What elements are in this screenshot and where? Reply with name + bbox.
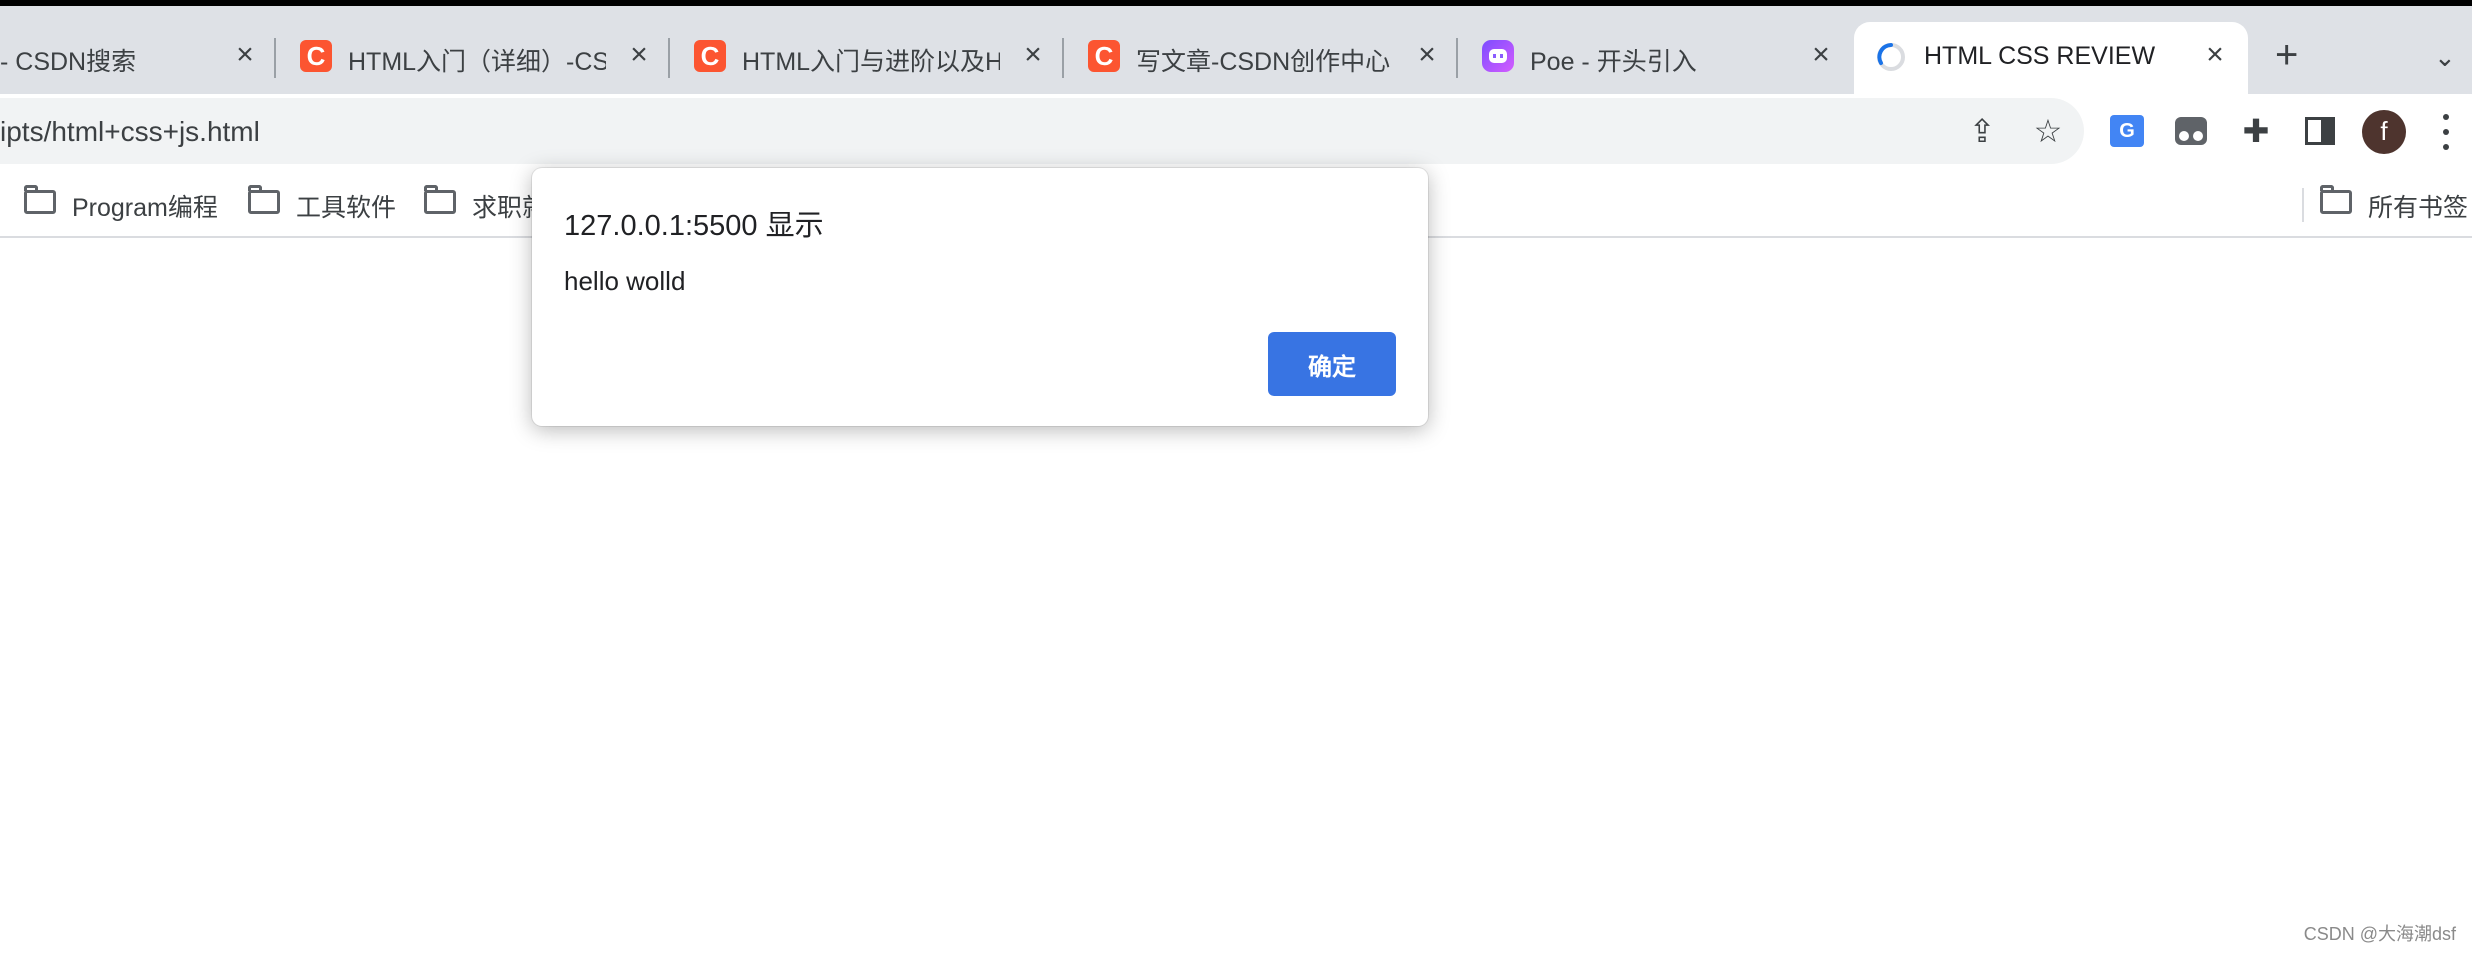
close-icon[interactable]: × bbox=[2198, 38, 2232, 72]
dialog-title: 127.0.0.1:5500 显示 bbox=[564, 210, 824, 242]
url-text[interactable]: ipts/html+css+js.html bbox=[0, 116, 260, 148]
puzzle-extensions-icon[interactable]: ✚ bbox=[2238, 113, 2274, 149]
csdn-icon: C bbox=[1088, 40, 1120, 72]
tab-title: 写文章-CSDN创作中心 bbox=[1136, 48, 1391, 76]
csdn-icon: C bbox=[694, 40, 726, 72]
close-icon[interactable]: × bbox=[1804, 38, 1838, 72]
csdn-icon: C bbox=[300, 40, 332, 72]
folder-icon bbox=[248, 185, 280, 214]
bookmarks-separator bbox=[2302, 188, 2304, 222]
folder-icon bbox=[24, 185, 56, 214]
bookmark-label: 所有书签 bbox=[2368, 194, 2469, 222]
tab-html-intro[interactable]: C HTML入门（详细）-CSDN × bbox=[276, 22, 670, 94]
close-icon[interactable]: × bbox=[1016, 38, 1050, 72]
tab-title: - CSDN搜索 bbox=[0, 48, 137, 76]
dialog-message: hello wolld bbox=[564, 266, 686, 296]
translate-extension-icon[interactable]: G bbox=[2110, 115, 2144, 147]
tab-title: HTML CSS REVIEW bbox=[1924, 42, 2156, 70]
loading-icon bbox=[1877, 43, 1905, 71]
folder-icon bbox=[2320, 185, 2352, 214]
close-icon[interactable]: × bbox=[622, 38, 656, 72]
side-panel-icon[interactable] bbox=[2305, 117, 2335, 145]
extension-icon[interactable] bbox=[2175, 117, 2207, 145]
avatar[interactable]: f bbox=[2362, 110, 2406, 154]
watermark: CSDN @大海潮dsf bbox=[2303, 924, 2456, 944]
tab-csdn-write[interactable]: C 写文章-CSDN创作中心 × bbox=[1064, 22, 1458, 94]
bookmark-star-icon[interactable]: ☆ bbox=[2030, 113, 2066, 149]
more-menu-icon[interactable] bbox=[2440, 112, 2452, 152]
tab-csdn-search[interactable]: - CSDN搜索 × bbox=[0, 22, 276, 94]
tab-title: Poe - 开头引入 bbox=[1530, 48, 1697, 76]
alert-dialog: 127.0.0.1:5500 显示 hello wolld 确定 bbox=[532, 168, 1428, 426]
new-tab-button[interactable]: + bbox=[2275, 34, 2317, 76]
folder-icon bbox=[424, 185, 456, 214]
bookmark-label: 工具软件 bbox=[296, 194, 397, 222]
tab-search-icon[interactable]: ⌄ bbox=[2434, 42, 2464, 72]
tab-poe[interactable]: Poe - 开头引入 × bbox=[1458, 22, 1854, 94]
ok-button[interactable]: 确定 bbox=[1268, 332, 1396, 396]
bookmark-label: Program编程 bbox=[72, 194, 218, 222]
tab-title: HTML入门（详细）-CSDN bbox=[348, 48, 606, 76]
tab-html-advanced[interactable]: C HTML入门与进阶以及HTML5 × bbox=[670, 22, 1064, 94]
tab-html-css-review[interactable]: HTML CSS REVIEW × bbox=[1854, 22, 2248, 94]
share-icon[interactable]: ⇪ bbox=[1964, 113, 2000, 149]
address-bar[interactable]: ipts/html+css+js.html ⇪ ☆ bbox=[0, 98, 2084, 164]
close-icon[interactable]: × bbox=[1410, 38, 1444, 72]
close-icon[interactable]: × bbox=[228, 38, 262, 72]
tab-strip: - CSDN搜索 × C HTML入门（详细）-CSDN × C HTML入门与… bbox=[0, 6, 2472, 94]
tab-title: HTML入门与进阶以及HTML5 bbox=[742, 48, 1000, 76]
browser-toolbar: ipts/html+css+js.html ⇪ ☆ G ✚ f bbox=[0, 94, 2472, 168]
poe-icon bbox=[1482, 40, 1514, 72]
